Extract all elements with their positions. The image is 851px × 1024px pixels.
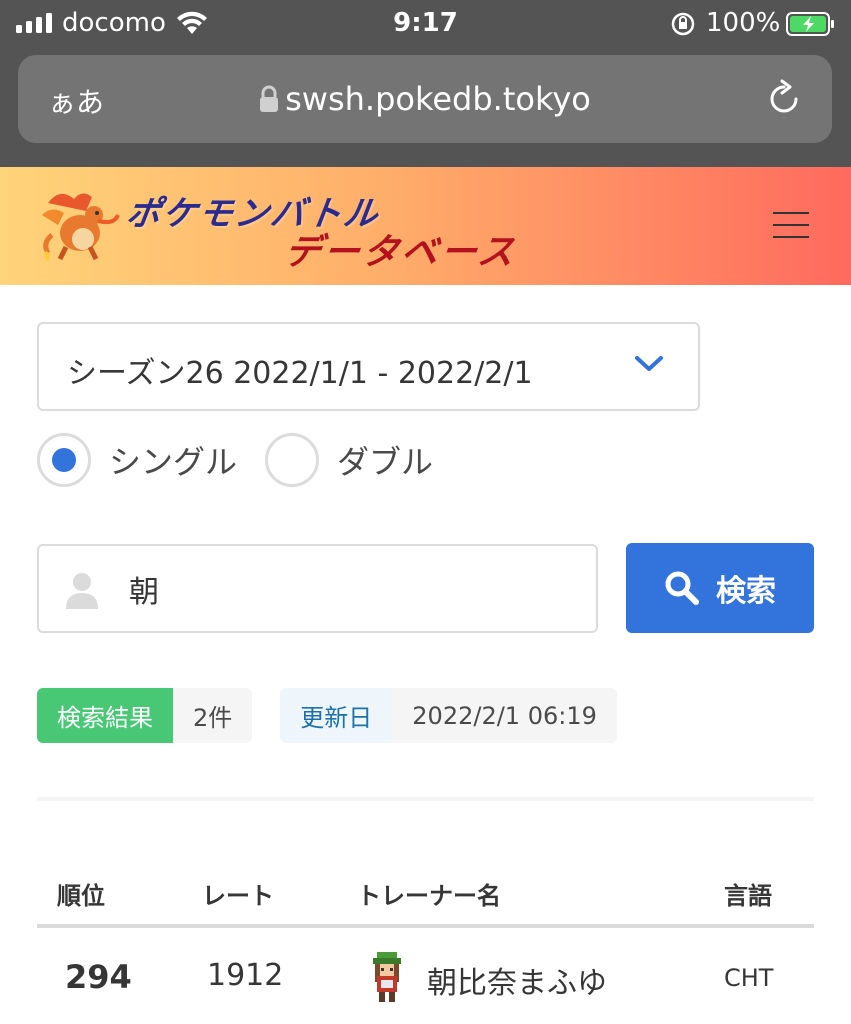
rate-cell: 1912 (207, 958, 284, 993)
radio-singles[interactable] (37, 433, 91, 487)
battery-charging-icon (786, 12, 834, 36)
updated-label-tag: 更新日 (280, 688, 393, 743)
table-row[interactable]: 294 1912 朝比奈まふゆ CHT (37, 932, 814, 1024)
chevron-down-icon (635, 356, 663, 371)
logo-text-bottom: データベース (281, 232, 520, 273)
column-header-rate: レート (202, 882, 274, 910)
column-header-trainer: トレーナー名 (357, 882, 501, 910)
padlock-icon (260, 85, 279, 112)
results-count-tag: 2件 (173, 688, 253, 743)
result-tags: 検索結果 2件 更新日 2022/2/1 06:19 (37, 688, 617, 743)
table-header: 順位 レート トレーナー名 言語 (37, 858, 814, 928)
season-select[interactable]: シーズン26 2022/1/1 - 2022/2/1 (37, 322, 700, 411)
search-icon (665, 571, 699, 605)
status-bar: docomo 9:17 100% (0, 0, 851, 48)
divider (37, 797, 814, 801)
format-radio-group: シングル ダブル (37, 432, 461, 488)
trainer-search-field[interactable] (37, 544, 598, 633)
column-header-language: 言語 (724, 882, 772, 910)
user-icon (66, 573, 98, 609)
address-bar[interactable]: ぁあ swsh.pokedb.tokyo (18, 55, 832, 143)
search-button-label: 検索 (716, 574, 776, 609)
results-label-tag: 検索結果 (37, 688, 173, 743)
hamburger-menu-icon[interactable] (773, 212, 809, 238)
site-header: ポケモンバトル データベース (0, 167, 851, 285)
language-cell: CHT (724, 964, 774, 992)
updated-value-tag: 2022/2/1 06:19 (392, 688, 617, 743)
rank-cell: 294 (65, 958, 132, 996)
season-select-value: シーズン26 2022/1/1 - 2022/2/1 (67, 356, 533, 391)
radio-doubles[interactable] (265, 433, 320, 487)
search-button[interactable]: 検索 (626, 543, 814, 633)
trainer-name-cell[interactable]: 朝比奈まふゆ (427, 958, 607, 1002)
charizard-logo-icon[interactable] (38, 185, 120, 265)
radio-singles-label[interactable]: シングル (109, 437, 237, 483)
trainer-search-input[interactable] (129, 566, 569, 612)
trainer-sprite-icon (373, 952, 401, 1002)
battery-percentage: 100% (706, 8, 781, 38)
radio-doubles-label[interactable]: ダブル (337, 437, 433, 483)
url-text: swsh.pokedb.tokyo (285, 80, 591, 118)
column-header-rank: 順位 (57, 882, 105, 910)
url-field[interactable]: swsh.pokedb.tokyo (18, 80, 832, 118)
orientation-lock-icon (671, 12, 695, 36)
browser-chrome: docomo 9:17 100% ぁあ swsh.pokedb.tokyo (0, 0, 851, 167)
reload-icon[interactable] (766, 79, 802, 117)
